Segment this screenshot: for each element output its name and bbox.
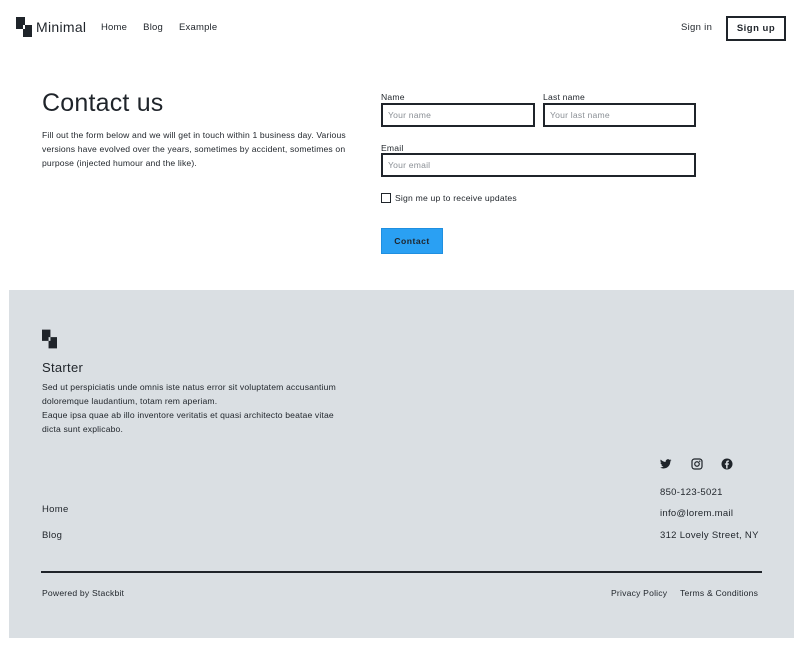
footer-address: 312 Lovely Street, NY [660,530,759,541]
updates-checkbox[interactable] [381,193,391,203]
footer-email[interactable]: info@lorem.mail [660,508,733,519]
sign-in-link[interactable]: Sign in [681,22,712,33]
footer-phone[interactable]: 850-123-5021 [660,487,723,498]
footer-description-line1: Sed ut perspiciatis unde omnis iste natu… [42,382,336,406]
sign-up-button[interactable]: Sign up [726,16,786,41]
privacy-policy-link[interactable]: Privacy Policy [611,588,667,598]
footer-link-home[interactable]: Home [42,504,69,515]
main-nav: Home Blog Example [101,22,233,33]
brand-name: Minimal [36,19,87,35]
footer-link-blog[interactable]: Blog [42,530,62,541]
contact-submit-button[interactable]: Contact [381,228,443,254]
footer-description: Sed ut perspiciatis unde omnis iste natu… [42,380,342,436]
instagram-icon[interactable] [691,458,703,470]
logo-icon [16,17,32,37]
page-title: Contact us [42,89,164,117]
updates-checkbox-label[interactable]: Sign me up to receive updates [395,193,517,203]
nav-link-example[interactable]: Example [179,22,217,33]
footer-title: Starter [42,360,84,375]
name-label: Name [381,92,405,102]
contact-description: Fill out the form below and we will get … [42,130,346,168]
name-field[interactable] [381,103,535,127]
facebook-icon[interactable] [721,458,733,470]
footer-divider [41,571,762,573]
twitter-icon[interactable] [660,458,672,470]
lastname-label: Last name [543,92,585,102]
footer-description-line2: Eaque ipsa quae ab illo inventore verita… [42,410,334,434]
powered-by-link[interactable]: Powered by Stackbit [42,588,124,598]
nav-link-blog[interactable]: Blog [143,22,163,33]
email-label: Email [381,143,404,153]
terms-link[interactable]: Terms & Conditions [680,588,758,598]
email-field[interactable] [381,153,696,177]
site-footer: Starter Sed ut perspiciatis unde omnis i… [9,290,794,638]
brand-logo-link[interactable]: Minimal [16,17,86,37]
site-header: Minimal Home Blog Example Sign in Sign u… [0,0,800,56]
footer-logo-icon [42,329,57,349]
nav-link-home[interactable]: Home [101,22,127,33]
lastname-field[interactable] [543,103,696,127]
